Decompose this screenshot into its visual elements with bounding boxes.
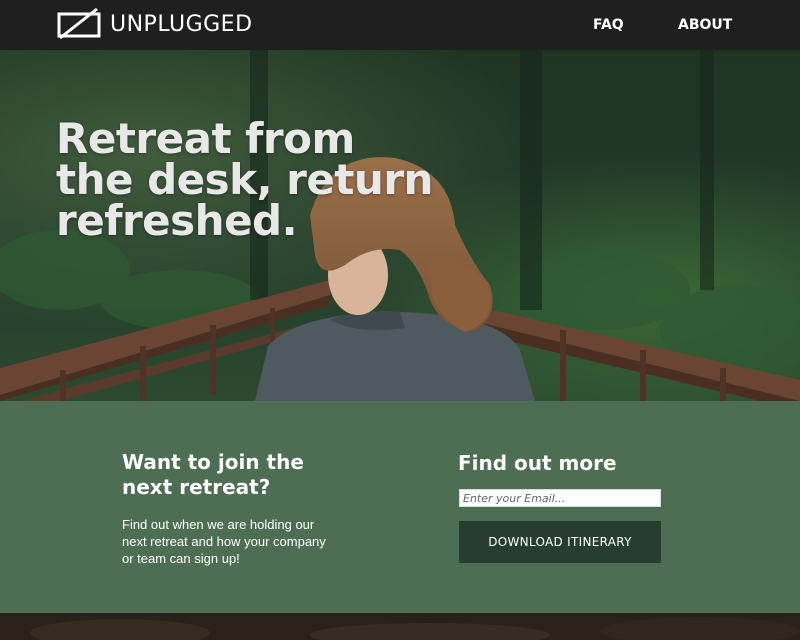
brand-logo[interactable]: UNPLUGGED	[56, 6, 253, 42]
hero-headline: Retreat from the desk, return refreshed.	[56, 114, 433, 245]
nav-link-faq[interactable]: FAQ	[593, 17, 624, 33]
footer-image-strip	[0, 613, 800, 640]
email-input[interactable]	[459, 489, 661, 507]
join-retreat-description: Find out when we are holding our next re…	[122, 517, 326, 566]
join-retreat-heading: Want to join the next retreat?	[122, 450, 304, 499]
nav-link-about[interactable]: ABOUT	[678, 17, 732, 33]
find-out-more-heading: Find out more	[458, 451, 617, 475]
signup-panel: Want to join the next retreat? Find out …	[0, 401, 800, 613]
top-nav-bar: UNPLUGGED FAQ ABOUT	[0, 0, 800, 50]
hero-section: Retreat from the desk, return refreshed.	[0, 50, 800, 401]
unplugged-logo-icon	[57, 7, 101, 40]
download-itinerary-button[interactable]: DOWNLOAD ITINERARY	[459, 521, 661, 563]
footer-background-image	[0, 613, 800, 640]
brand-name: UNPLUGGED	[110, 11, 253, 37]
